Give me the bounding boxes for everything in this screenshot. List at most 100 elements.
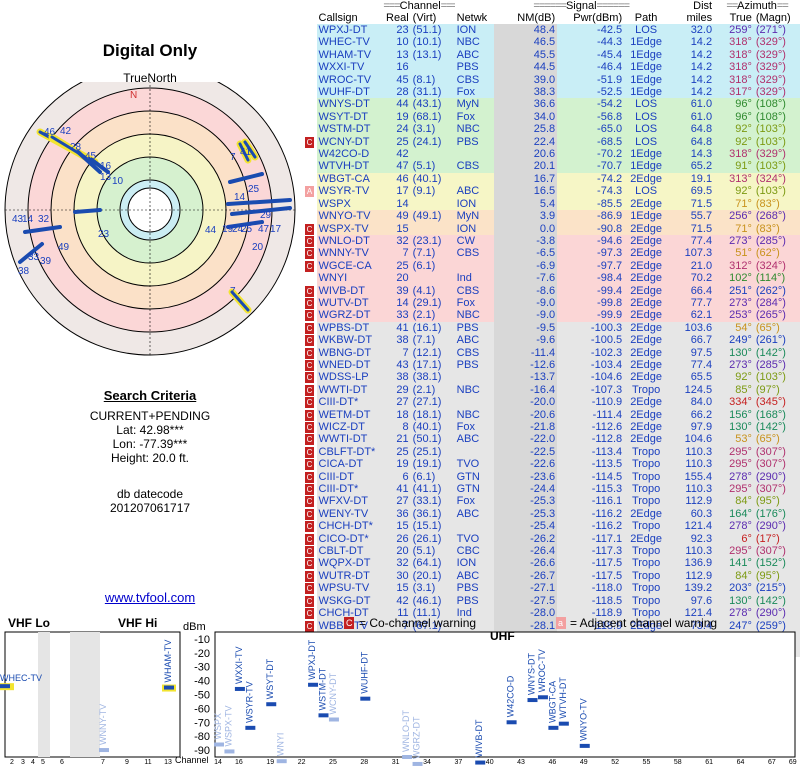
warning-flag-icon: C: [305, 223, 314, 235]
table-row[interactable]: C CICA-DT 19 (19.1) TVO -22.6 -113.5 Tropo 110.3…: [305, 458, 800, 471]
table-row[interactable]: C WNED-DT 43 (17.1) PBS -12.6 -103.4 2Edge 77.4 2…: [305, 358, 800, 372]
table-row[interactable]: C CBLFT-DT* 25 (25.1) -22.5 -113.4 Tropo 110.3 2…: [305, 445, 800, 459]
table-row[interactable]: C WSPX-TV 15 ION 0.0 -90.8 2Edge 71.5 71° (83°): [305, 222, 800, 235]
station-azimuth-true: 295°: [714, 445, 754, 459]
table-row[interactable]: C WWTI-DT 21 (50.1) ABC -22.0 -112.8 2Edge 104.6…: [305, 433, 800, 446]
station-distance: 32.0: [668, 24, 715, 37]
station-callsign: WGCE-CA: [316, 259, 382, 273]
table-row[interactable]: WNYS-DT 44 (43.1) MyN 36.6 -54.2 LOS 61.0 96° (10…: [305, 98, 800, 111]
station-real-channel: 47: [381, 160, 411, 173]
table-row[interactable]: WTVH-DT 47 (5.1) CBS 20.1 -70.7 1Edge 65.2 91° (1…: [305, 160, 800, 173]
station-network: TVO: [454, 532, 495, 546]
station-marker-label: WIVB-DT: [474, 719, 484, 757]
station-callsign: WHAM-TV: [316, 48, 382, 62]
station-power: -70.2: [557, 148, 625, 161]
station-power: -117.5: [557, 557, 625, 570]
station-callsign: CHCH-DT*: [316, 520, 382, 533]
db-datecode-label: db datecode: [116, 487, 184, 501]
station-real-channel: 32: [381, 234, 411, 248]
table-row[interactable]: WSYT-DT 19 (68.1) Fox 34.0 -56.8 LOS 61.0 96° (10…: [305, 110, 800, 124]
table-row[interactable]: C WNNY-TV 7 (7.1) CBS -6.5 -97.3 2Edge 107.3 51°(…: [305, 247, 800, 260]
table-row[interactable]: C CHCH-DT* 15 (15.1) -25.4 -116.2 Tropo 121.4 27…: [305, 520, 800, 533]
table-row[interactable]: WNYI 20 Ind -7.6 -98.4 2Edge 70.2 102° (114°): [305, 272, 800, 285]
polar-channel-label: 16: [100, 161, 112, 172]
table-row[interactable]: C WFXV-DT 27 (33.1) Fox -25.3 -116.1 Tropo 112.9…: [305, 495, 800, 508]
table-row[interactable]: C WKBW-DT 38 (7.1) ABC -9.6 -100.5 2Edge 66.7 249…: [305, 334, 800, 347]
table-row[interactable]: WSPX 14 ION 5.4 -85.5 2Edge 71.5 71° (83°): [305, 197, 800, 211]
station-power: -68.5: [557, 135, 625, 149]
station-virtual-channel: (6.1): [410, 259, 455, 273]
station-path: Tropo: [624, 520, 669, 533]
table-row[interactable]: WSTM-DT 24 (3.1) NBC 25.8 -65.0 LOS 64.8 92° (103…: [305, 123, 800, 136]
table-row[interactable]: C WENY-TV 36 (36.1) ABC -25.3 -116.2 2Edge 60.3 1…: [305, 507, 800, 521]
table-row[interactable]: C CICO-DT* 26 (26.1) TVO -26.2 -117.1 2Edge 92.3…: [305, 532, 800, 546]
station-azimuth-true: 273°: [714, 234, 754, 248]
station-power: -99.9: [557, 309, 625, 322]
table-row[interactable]: C WUTR-DT 30 (20.1) ABC -26.7 -117.5 Tropo 112.9…: [305, 569, 800, 583]
polar-channel-label: 7: [230, 152, 236, 163]
table-row[interactable]: C WUTV-DT 14 (29.1) Fox -9.0 -99.8 2Edge 77.7 273…: [305, 296, 800, 310]
table-row[interactable]: C WPSU-TV 15 (3.1) PBS -27.1 -118.0 Tropo 139.2 2…: [305, 582, 800, 595]
station-noise-margin: -20.6: [494, 408, 558, 421]
table-row[interactable]: C CBLT-DT 20 (5.1) CBC -26.4 -117.3 Tropo 110.3 2…: [305, 545, 800, 558]
station-path: 2Edge: [624, 358, 669, 372]
table-row[interactable]: C CIII-DT* 27 (27.1) -20.0 -110.9 2Edge 84.0 334…: [305, 396, 800, 409]
table-row[interactable]: W42CO-D 42 20.6 -70.2 1Edge 14.3 318° (329°): [305, 148, 800, 161]
table-row[interactable]: C CIII-DT 6 (6.1) GTN -23.6 -114.5 Tropo 155.4 27…: [305, 470, 800, 484]
station-warning-flag: C: [305, 483, 317, 496]
table-row[interactable]: WBGT-CA 46 (40.1) 16.7 -74.2 2Edge 19.1 313° (32…: [305, 172, 800, 186]
station-network: ION: [454, 197, 495, 211]
station-virtual-channel: (36.1): [410, 507, 455, 521]
table-row[interactable]: A WSYR-TV 17 (9.1) ABC 16.5 -74.3 LOS 69.5 92° (10…: [305, 185, 800, 198]
table-row[interactable]: C WICZ-DT 8 (40.1) Fox -21.8 -112.6 2Edge 97.9 13…: [305, 421, 800, 434]
station-real-channel: 41: [381, 321, 411, 335]
station-warning-flag: C: [305, 396, 317, 409]
station-azimuth-magn: (265°): [753, 309, 800, 322]
table-row[interactable]: C WNLO-DT 32 (23.1) CW -3.8 -94.6 2Edge 77.4 273°…: [305, 234, 800, 248]
station-real-channel: 38: [381, 371, 411, 384]
station-azimuth-true: 317°: [714, 86, 754, 99]
site-link[interactable]: www.tvfool.com: [0, 590, 300, 605]
station-distance: 77.4: [668, 358, 715, 372]
station-warning-flag: C: [305, 471, 317, 483]
table-row[interactable]: C WWTI-DT 29 (2.1) NBC -16.4 -107.3 Tropo 124.5 8…: [305, 383, 800, 397]
table-row[interactable]: C CIII-DT* 41 (41.1) GTN -24.4 -115.3 Tropo 110.…: [305, 483, 800, 496]
table-row[interactable]: C WDSS-LP 38 (38.1) -13.7 -104.6 2Edge 65.5 92°(…: [305, 371, 800, 384]
table-row[interactable]: WNYO-TV 49 (49.1) MyN 3.9 -86.9 1Edge 55.7 256°(…: [305, 210, 800, 223]
table-row[interactable]: WPXJ-DT 23 (51.1) ION 48.4 -42.5 LOS 32.0 259° (2…: [305, 24, 800, 37]
table-row[interactable]: WROC-TV 45 (8.1) CBS 39.0 -51.9 1Edge 14.2 318°(…: [305, 73, 800, 87]
station-virtual-channel: (7.1): [410, 247, 455, 260]
station-noise-margin: 16.5: [494, 185, 558, 198]
table-row[interactable]: C WSKG-DT 42 (46.1) PBS -27.5 -118.5 Tropo 97.6 1…: [305, 594, 800, 608]
table-row[interactable]: C WQPX-DT 32 (64.1) ION -26.6 -117.5 Tropo 136.9…: [305, 557, 800, 570]
station-power: -90.8: [557, 222, 625, 235]
table-row[interactable]: WHAM-TV 13 (13.1) ABC 45.5 -45.4 1Edge 14.2 318°…: [305, 48, 800, 62]
table-row[interactable]: C WGRZ-DT 33 (2.1) NBC -9.0 -99.9 2Edge 62.1 253°…: [305, 309, 800, 322]
warning-flag-icon: C: [305, 496, 314, 508]
adjacent-legend-text: = Adjacent channel warning: [570, 616, 717, 630]
station-network: NBC: [454, 36, 495, 49]
table-row[interactable]: C WCNY-DT 25 (24.1) PBS 22.4 -68.5 LOS 64.8 92° (1…: [305, 135, 800, 149]
warning-flag-icon: C: [305, 235, 314, 247]
station-callsign: WSPX: [316, 197, 382, 211]
station-virtual-channel: (40.1): [410, 172, 455, 186]
table-row[interactable]: C WPBS-DT 41 (16.1) PBS -9.5 -100.3 2Edge 103.6 5…: [305, 321, 800, 335]
station-noise-margin: 25.8: [494, 123, 558, 136]
table-row[interactable]: WXXI-TV 16 PBS 44.5 -46.4 1Edge 14.2 318° (329°): [305, 61, 800, 74]
station-noise-margin: 36.6: [494, 98, 558, 111]
station-real-channel: 42: [381, 594, 411, 608]
station-warning-flag: [305, 198, 317, 210]
station-azimuth-magn: (271°): [753, 24, 800, 37]
station-network: CBS: [454, 73, 495, 87]
table-row[interactable]: C WETM-DT 18 (18.1) NBC -20.6 -111.4 2Edge 66.2 1…: [305, 408, 800, 421]
station-path: 2Edge: [624, 396, 669, 409]
station-path: 2Edge: [624, 433, 669, 446]
station-azimuth-magn: (142°): [753, 421, 800, 434]
table-row[interactable]: C WBNG-DT 7 (12.1) CBS -11.4 -102.3 2Edge 97.5 13…: [305, 346, 800, 359]
dbm-tick-label: -30: [194, 662, 210, 674]
vhf-channel-tick: 13: [164, 759, 172, 766]
table-row[interactable]: WUHF-DT 28 (31.1) Fox 38.3 -52.5 1Edge 14.2 317°…: [305, 86, 800, 99]
table-row[interactable]: WHEC-TV 10 (10.1) NBC 46.5 -44.3 1Edge 14.2 318°…: [305, 36, 800, 49]
table-row[interactable]: C WIVB-DT 39 (4.1) CBS -8.6 -99.4 2Edge 66.4 251°…: [305, 284, 800, 297]
table-row[interactable]: C WGCE-CA 25 (6.1) -6.9 -97.7 2Edge 21.0 312° (32…: [305, 259, 800, 273]
